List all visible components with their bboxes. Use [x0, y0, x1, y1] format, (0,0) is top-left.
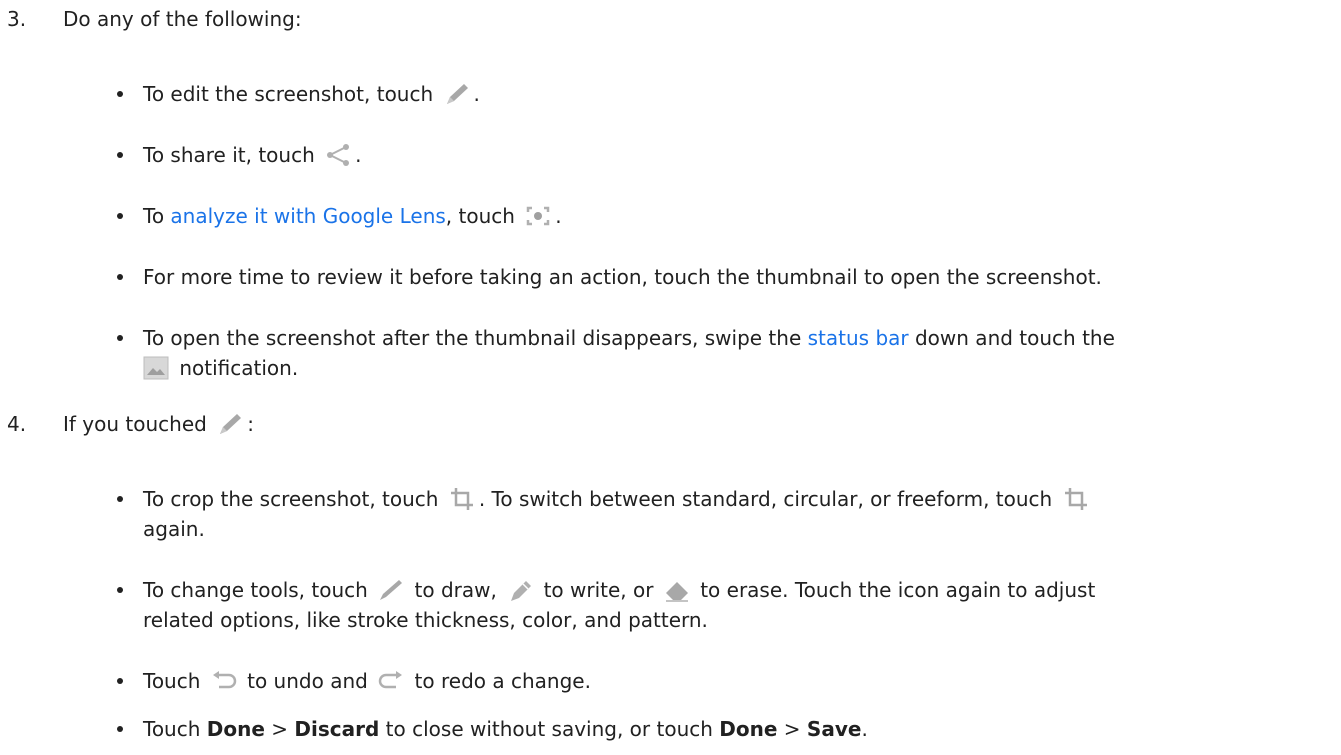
google-lens-link[interactable]: analyze it with Google Lens — [170, 204, 445, 228]
step-number: 3. — [7, 7, 27, 31]
discard-label: Discard — [294, 717, 380, 741]
bullet-text-draw: to draw, — [414, 578, 497, 602]
bullet-text: To — [143, 204, 165, 228]
image-icon — [141, 355, 171, 381]
bullet-text-end: related options, like stroke thickness, … — [143, 608, 708, 632]
crop-icon — [1061, 486, 1091, 512]
bullet-dot — [117, 335, 123, 341]
bullet-dot — [117, 213, 123, 219]
bullet-text-middle: to close without saving, or touch — [385, 717, 713, 741]
bullet-text-middle: , touch — [445, 204, 515, 228]
step-text: Do any of the following: — [63, 7, 302, 31]
bullet-text-middle: down and touch the — [914, 326, 1115, 350]
bullet-text-end: again. — [143, 517, 205, 541]
done-label: Done — [206, 717, 265, 741]
pencil-icon — [215, 411, 245, 437]
bullet-dot — [117, 678, 123, 684]
bullet-text: To edit the screenshot, touch — [143, 82, 434, 106]
separator: > — [783, 717, 801, 741]
eraser-icon — [662, 577, 692, 603]
bullet-text-end: . — [555, 204, 562, 228]
bullet-text: To change tools, touch — [143, 578, 368, 602]
bullet-dot — [117, 726, 123, 732]
undo-icon — [209, 668, 239, 694]
pen-icon — [376, 577, 406, 603]
bullet-text: To crop the screenshot, touch — [143, 487, 439, 511]
bullet-text: For more time to review it before taking… — [143, 265, 1102, 289]
redo-icon — [376, 668, 406, 694]
bullet-dot — [117, 587, 123, 593]
step-number: 4. — [7, 412, 27, 436]
status-bar-link[interactable]: status bar — [808, 326, 909, 350]
bullet-text-erase: to erase. Touch the icon again to adjust — [700, 578, 1096, 602]
separator: > — [271, 717, 289, 741]
crop-icon — [447, 486, 477, 512]
bullet-text-end: notification. — [179, 356, 299, 380]
bullet-text: To share it, touch — [143, 143, 315, 167]
bullet-text: Touch — [143, 669, 201, 693]
bullet-text-end: to redo a change. — [414, 669, 591, 693]
lens-icon — [523, 203, 553, 229]
pencil-icon — [442, 81, 472, 107]
bullet-dot — [117, 152, 123, 158]
bullet-dot — [117, 274, 123, 280]
step-text-end: : — [247, 412, 254, 436]
save-label: Save — [806, 717, 862, 741]
bullet-text: To open the screenshot after the thumbna… — [143, 326, 802, 350]
bullet-text-end: . — [473, 82, 480, 106]
bullet-text-write: to write, or — [543, 578, 654, 602]
bullet-text-end: . — [355, 143, 362, 167]
highlighter-icon — [505, 577, 535, 603]
bullet-dot — [117, 496, 123, 502]
bullet-text-middle: to undo and — [247, 669, 368, 693]
done-label: Done — [719, 717, 778, 741]
step-text: If you touched — [63, 412, 207, 436]
bullet-text-end: . — [861, 717, 868, 741]
bullet-dot — [117, 91, 123, 97]
share-icon — [323, 142, 353, 168]
bullet-text-middle: . To switch between standard, circular, … — [478, 487, 1053, 511]
bullet-text: Touch — [143, 717, 201, 741]
